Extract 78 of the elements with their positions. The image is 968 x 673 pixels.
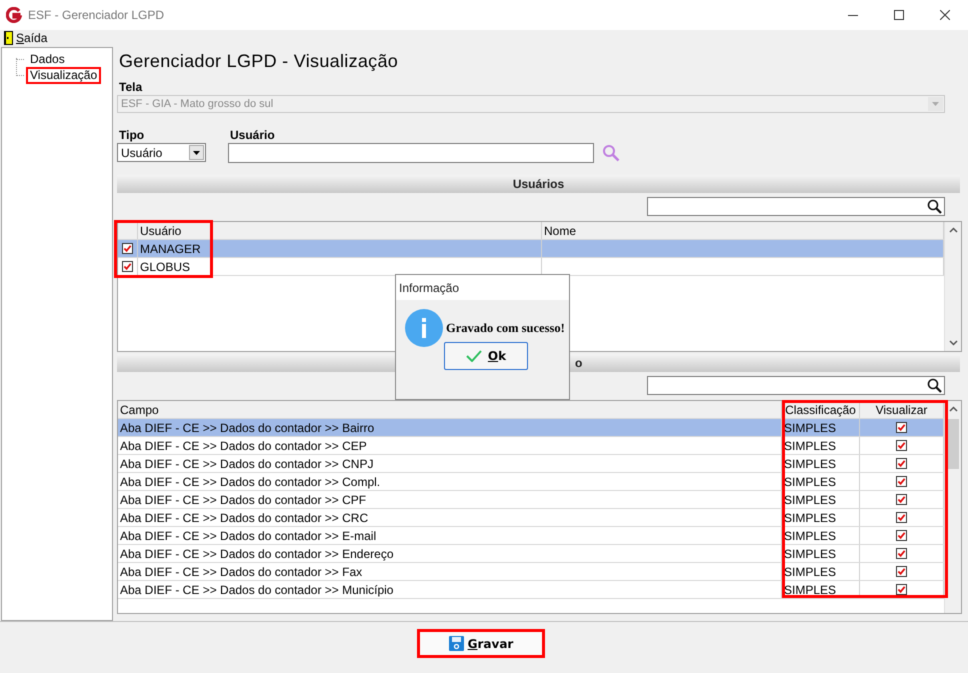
- section-header: Usuários: [117, 175, 960, 193]
- table-cell: Aba DIEF - CE >> Dados do contador >> CEP: [118, 437, 782, 454]
- table-cell: MANAGER: [138, 240, 542, 257]
- table-cell: Aba DIEF - CE >> Dados do contador >> Fax: [118, 563, 782, 580]
- checkbox[interactable]: [122, 261, 133, 272]
- table-cell: SIMPLES: [782, 419, 860, 436]
- user-input-field[interactable]: [228, 143, 594, 163]
- checkbox[interactable]: [896, 530, 907, 541]
- checkbox[interactable]: [896, 422, 907, 433]
- field-row[interactable]: Aba DIEF - CE >> Dados do contador >> Fax SIMPLES: [118, 563, 944, 581]
- checkbox[interactable]: [896, 566, 907, 577]
- table-cell: SIMPLES: [782, 473, 860, 490]
- table-cell: Aba DIEF - CE >> Dados do contador >> Compl.: [118, 473, 782, 490]
- user-row[interactable]: MANAGER: [118, 240, 944, 258]
- tree-item[interactable]: Visualização: [26, 66, 102, 84]
- table-cell: Aba DIEF - CE >> Dados do contador >> CRC: [118, 509, 782, 526]
- maximize-icon: [894, 10, 904, 20]
- type-dropdown[interactable]: Usuário: [117, 143, 206, 162]
- table-cell: SIMPLES: [782, 545, 860, 562]
- checkbox[interactable]: [896, 494, 907, 505]
- checkbox[interactable]: [896, 476, 907, 487]
- table-cell: Aba DIEF - CE >> Dados do contador >> CNPJ: [118, 455, 782, 472]
- column-header[interactable]: Campo: [118, 401, 782, 418]
- filter-input-field[interactable]: [647, 197, 945, 216]
- field-row[interactable]: Aba DIEF - CE >> Dados do contador >> CRC SIMPLES: [118, 509, 944, 527]
- app-logo-icon: [6, 7, 22, 23]
- close-icon: [940, 10, 950, 20]
- field-row[interactable]: Aba DIEF - CE >> Dados do contador >> Bairro SIMPLES: [118, 419, 944, 437]
- scroll-up-icon[interactable]: [948, 406, 958, 412]
- table-cell: Aba DIEF - CE >> Dados do contador >> CPF: [118, 491, 782, 508]
- ok-button[interactable]: Ok: [444, 342, 528, 370]
- field-label: Tipo: [118, 127, 146, 143]
- field-row[interactable]: Aba DIEF - CE >> Dados do contador >> CEP SIMPLES: [118, 437, 944, 455]
- tree-item[interactable]: Dados: [26, 50, 69, 68]
- door-icon: [4, 31, 13, 45]
- checkmark-icon: [466, 350, 482, 362]
- table-cell: SIMPLES: [782, 491, 860, 508]
- table-cell: Aba DIEF - CE >> Dados do contador >> E-mail: [118, 527, 782, 544]
- table-cell: Aba DIEF - CE >> Dados do contador >> Município: [118, 581, 782, 598]
- window-title: ESF - Gerenciador LGPD: [28, 8, 166, 22]
- field-row[interactable]: Aba DIEF - CE >> Dados do contador >> Endereço SIMPLES: [118, 545, 944, 563]
- column-header[interactable]: Classificação: [782, 401, 860, 418]
- table-cell: SIMPLES: [782, 563, 860, 580]
- field-row[interactable]: Aba DIEF - CE >> Dados do contador >> E-mail SIMPLES: [118, 527, 944, 545]
- search-icon[interactable]: [927, 378, 942, 393]
- field-label: Tela: [118, 79, 144, 95]
- scroll-down-icon[interactable]: [948, 340, 958, 346]
- table-cell: Aba DIEF - CE >> Dados do contador >> Bairro: [118, 419, 782, 436]
- filter-input-field[interactable]: [647, 376, 945, 395]
- search-icon[interactable]: [927, 199, 942, 214]
- table-cell: SIMPLES: [782, 437, 860, 454]
- checkbox[interactable]: [122, 243, 133, 254]
- info-icon: [404, 308, 444, 348]
- table-cell: SIMPLES: [782, 509, 860, 526]
- menu-item[interactable]: Saída: [16, 31, 48, 45]
- dropdown-arrow-icon: [932, 102, 939, 106]
- field-row[interactable]: Aba DIEF - CE >> Dados do contador >> CNPJ SIMPLES: [118, 455, 944, 473]
- field-row[interactable]: Aba DIEF - CE >> Dados do contador >> Município SIMPLES: [118, 581, 944, 599]
- field-label: Usuário: [229, 127, 276, 143]
- scroll-up-icon[interactable]: [948, 227, 958, 233]
- column-header[interactable]: Usuário: [138, 222, 542, 239]
- dropdown-arrow-icon: [193, 150, 200, 154]
- checkbox[interactable]: [896, 458, 907, 469]
- scroll-thumb[interactable]: [947, 419, 959, 469]
- dialog-title: Informação: [396, 275, 569, 300]
- page-heading: Gerenciador LGPD - Visualização: [118, 50, 400, 73]
- table-cell: SIMPLES: [782, 581, 860, 598]
- table-cell: SIMPLES: [782, 527, 860, 544]
- checkbox[interactable]: [896, 512, 907, 523]
- checkbox[interactable]: [896, 548, 907, 559]
- checkbox[interactable]: [896, 440, 907, 451]
- dialog-message: Gravado com sucesso!: [446, 320, 565, 336]
- field-row[interactable]: Aba DIEF - CE >> Dados do contador >> CPF SIMPLES: [118, 491, 944, 509]
- checkbox[interactable]: [896, 584, 907, 595]
- field-row[interactable]: Aba DIEF - CE >> Dados do contador >> Compl. SIMPLES: [118, 473, 944, 491]
- table-cell: SIMPLES: [782, 455, 860, 472]
- save-button[interactable]: Gravar: [417, 629, 545, 658]
- table-cell: Aba DIEF - CE >> Dados do contador >> Endereço: [118, 545, 782, 562]
